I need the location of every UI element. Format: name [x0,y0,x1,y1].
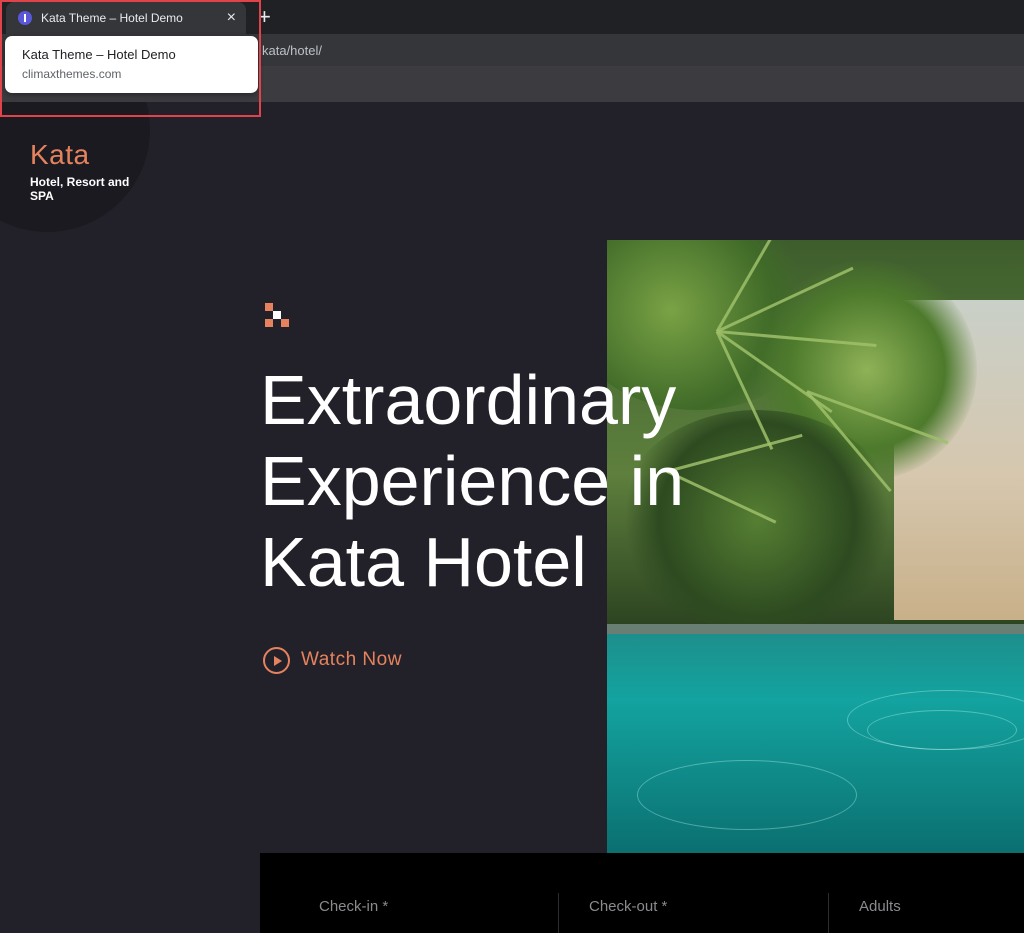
field-divider [558,893,559,933]
checkin-required-mark: * [382,898,389,915]
headline-line-3: Kata Hotel [260,523,587,601]
tab-hover-card: Kata Theme – Hotel Demo climaxthemes.com [5,36,258,93]
pixel-decoration [265,303,292,330]
hover-card-domain: climaxthemes.com [22,67,122,81]
checkin-field[interactable]: Check-in * [319,898,388,915]
hover-card-title: Kata Theme – Hotel Demo [22,47,176,62]
checkout-field[interactable]: Check-out * [589,898,667,915]
address-bar-url[interactable]: kata/hotel/ [262,43,322,58]
checkin-label: Check-in [319,898,379,915]
watch-now-button[interactable]: Watch Now [263,646,402,674]
booking-form: Check-in * Check-out * Adults [260,853,1024,933]
site-tagline: Hotel, Resort and SPA [30,175,130,203]
site-favicon-icon [18,11,32,25]
checkout-label: Check-out [589,898,658,915]
headline-line-1: Extraordinary [260,361,677,439]
checkout-required-mark: * [661,898,668,915]
headline-line-2: Experience in [260,442,685,520]
field-divider [828,893,829,933]
web-page: Kata Hotel, Resort and SPA Extraordinary… [0,102,1024,933]
tab-strip: Kata Theme – Hotel Demo × + [0,0,1024,34]
watch-now-label: Watch Now [301,649,402,670]
site-logo[interactable]: Kata [30,139,90,171]
tab-title: Kata Theme – Hotel Demo [41,11,183,25]
browser-tab[interactable]: Kata Theme – Hotel Demo × [6,2,246,34]
hero-headline: Extraordinary Experience in Kata Hotel [260,360,820,603]
adults-field[interactable]: Adults [859,898,901,915]
close-tab-icon[interactable]: × [227,8,236,28]
play-icon [263,646,290,674]
new-tab-button[interactable]: + [258,4,271,30]
